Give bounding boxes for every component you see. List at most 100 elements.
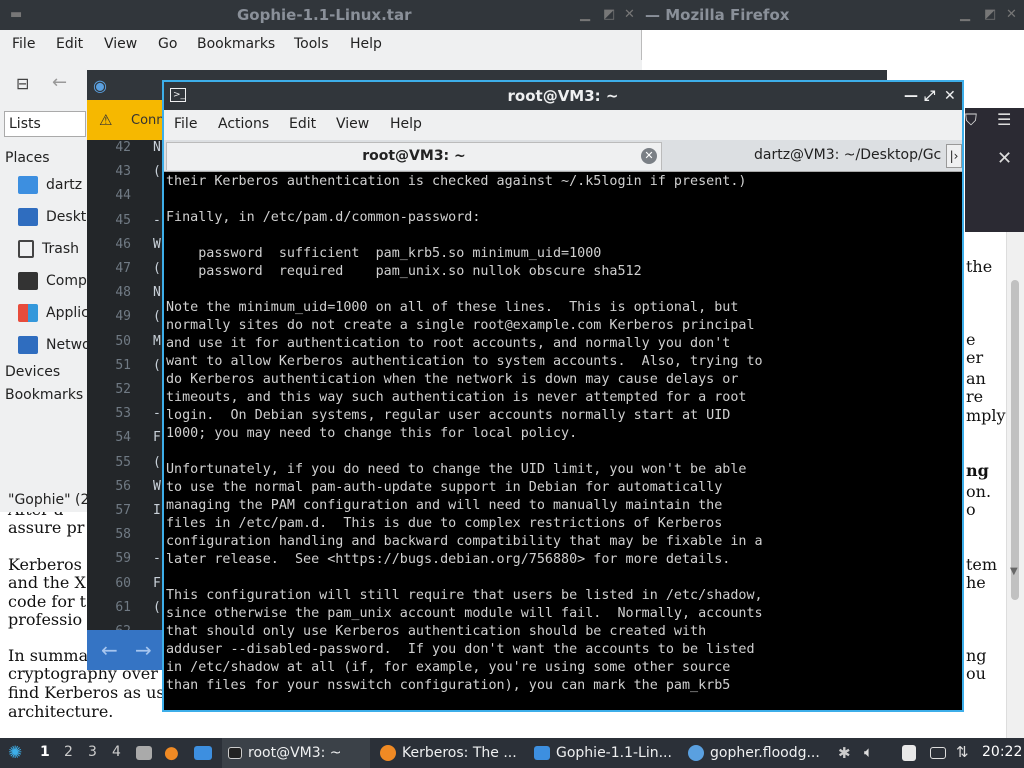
display-icon[interactable] xyxy=(930,747,946,759)
scroll-down-icon[interactable]: ▼ xyxy=(1010,566,1018,577)
sidebar-item-desktop[interactable]: Deskt xyxy=(18,208,86,226)
page-text: the xyxy=(966,257,993,276)
volume-icon[interactable]: 🔈︎ xyxy=(864,743,873,761)
line-number: 55 xyxy=(115,454,131,470)
shield-icon[interactable]: ⛉ xyxy=(965,110,977,130)
line-number: 57 xyxy=(115,503,131,518)
start-menu-icon[interactable]: ✺ xyxy=(8,743,22,763)
code-char: ( xyxy=(153,454,161,470)
menu-help[interactable]: Help xyxy=(350,36,382,52)
desktop-icon xyxy=(18,208,38,226)
task-firefox[interactable]: Kerberos: The ... xyxy=(376,738,524,768)
line-number: 52 xyxy=(115,382,131,397)
maximize-icon[interactable]: ⤢ xyxy=(924,82,935,110)
sidebar-item-label: Comp xyxy=(46,273,87,289)
maximize-icon[interactable]: ◩ xyxy=(603,7,615,22)
menu-edit[interactable]: Edit xyxy=(56,36,83,52)
workspace-2[interactable]: 2 xyxy=(64,744,73,760)
code-char: F xyxy=(153,430,161,446)
sidebar-item-applications[interactable]: Applic xyxy=(18,304,89,322)
menu-bookmarks[interactable]: Bookmarks xyxy=(197,36,275,52)
menu-go[interactable]: Go xyxy=(158,36,177,52)
close-icon[interactable]: ✕ xyxy=(944,82,956,110)
computer-icon xyxy=(18,272,38,290)
maximize-icon[interactable]: ◩ xyxy=(984,7,996,22)
close-icon[interactable]: ✕ xyxy=(624,7,635,22)
applications-icon xyxy=(18,304,38,322)
task-gophie[interactable]: gopher.floodg... xyxy=(684,738,832,768)
scrollbar-thumb[interactable] xyxy=(1011,280,1019,600)
network-icon[interactable]: ⇅ xyxy=(956,743,969,761)
tab-root[interactable]: root@VM3: ~ ✕ xyxy=(166,142,662,170)
lists-selector[interactable]: Lists xyxy=(4,111,86,137)
trash-icon xyxy=(18,240,34,258)
clock[interactable]: 20:22 xyxy=(982,744,1022,760)
bookmarks-heading: Bookmarks xyxy=(5,387,84,403)
minimize-icon[interactable]: ▁ xyxy=(960,7,970,22)
connection-warning: ⚠ Conn xyxy=(87,100,167,140)
menu-edit[interactable]: Edit xyxy=(289,116,316,132)
line-number: 54 xyxy=(115,430,131,446)
terminal-icon: >_ xyxy=(170,88,186,102)
terminal-line: Note the minimum_uid=1000 on all of thes… xyxy=(166,300,739,315)
menu-file[interactable]: File xyxy=(174,116,197,132)
code-char: N xyxy=(153,285,161,301)
task-terminal[interactable]: root@VM3: ~ xyxy=(222,738,370,768)
folder-icon xyxy=(534,746,550,760)
menu-actions[interactable]: Actions xyxy=(218,116,269,132)
terminal-output[interactable]: their Kerberos authentication is checked… xyxy=(164,173,962,710)
code-char: ( xyxy=(153,164,161,180)
folder-launcher-icon[interactable] xyxy=(194,746,212,760)
terminal-line: than files for your nsswitch configurati… xyxy=(166,678,731,693)
terminal-line: 1000; you may need to change this for lo… xyxy=(166,426,578,441)
code-char: W xyxy=(153,236,161,252)
page-text: ng xyxy=(966,461,989,480)
nav-forward-icon[interactable]: → xyxy=(135,638,152,662)
menu-file[interactable]: File xyxy=(12,36,35,52)
sidebar-item-trash[interactable]: Trash xyxy=(18,240,79,258)
workspace-3[interactable]: 3 xyxy=(88,744,97,760)
terminal-tab-bar: root@VM3: ~ ✕ dartz@VM3: ~/Desktop/Gc |› xyxy=(164,140,962,172)
page-scrollbar[interactable]: ▼ xyxy=(1006,232,1024,738)
new-tab-icon[interactable]: ⊟ xyxy=(16,74,29,93)
terminal-line: managing the PAM configuration and will … xyxy=(166,498,723,513)
bluetooth-icon[interactable]: ✱ xyxy=(838,744,851,762)
close-notification-icon[interactable]: ✕ xyxy=(997,148,1012,169)
firefox-titlebar: ▬ Gophie-1.1-Linux.tar — Mozilla Firefox… xyxy=(0,0,1024,30)
firefox-launcher-icon[interactable]: ● xyxy=(164,743,179,763)
page-text: er xyxy=(966,348,984,367)
terminal-line: configuration handling and backward comp… xyxy=(166,534,763,549)
file-manager-sidebar: Lists Places dartz Deskt Trash Comp Appl… xyxy=(0,108,91,512)
line-number: 53 xyxy=(115,406,131,422)
back-arrow-icon[interactable]: ← xyxy=(52,72,67,93)
menu-view[interactable]: View xyxy=(336,116,369,132)
sidebar-item-home[interactable]: dartz xyxy=(18,176,82,194)
sidebar-item-computer[interactable]: Comp xyxy=(18,272,87,290)
tab-dartz[interactable]: dartz@VM3: ~/Desktop/Gc xyxy=(664,142,946,170)
task-file-manager[interactable]: Gophie-1.1-Lin... xyxy=(530,738,678,768)
workspace-1[interactable]: 1 xyxy=(40,744,50,760)
line-number: 48 xyxy=(115,285,131,301)
page-text: Kerberos xyxy=(8,555,82,574)
close-icon[interactable]: ✕ xyxy=(1006,7,1017,22)
nav-back-icon[interactable]: ← xyxy=(101,638,118,662)
code-char: W xyxy=(153,478,161,494)
minimize-icon[interactable]: — xyxy=(904,82,918,110)
close-tab-icon[interactable]: ✕ xyxy=(641,148,657,164)
minimize-icon[interactable]: ▁ xyxy=(580,7,590,22)
workspace-4[interactable]: 4 xyxy=(112,744,121,760)
window-menu-icon[interactable]: ▬ xyxy=(10,7,22,22)
page-text: e xyxy=(966,330,976,349)
line-number: 60 xyxy=(115,575,131,591)
tab-scroll-arrows[interactable]: |› xyxy=(946,144,962,168)
menu-view[interactable]: View xyxy=(104,36,137,52)
file-manager-launcher-icon[interactable] xyxy=(136,746,152,760)
page-text: and the X xyxy=(8,573,86,592)
terminal-line: later release. See <https://bugs.debian.… xyxy=(166,552,731,567)
hamburger-menu-icon[interactable]: ☰ xyxy=(997,110,1011,129)
menu-tools[interactable]: Tools xyxy=(294,36,329,52)
clipboard-icon[interactable] xyxy=(902,745,916,761)
menu-help[interactable]: Help xyxy=(390,116,422,132)
sidebar-item-network[interactable]: Netwo xyxy=(18,336,91,354)
terminal-title: root@VM3: ~ xyxy=(507,87,619,105)
